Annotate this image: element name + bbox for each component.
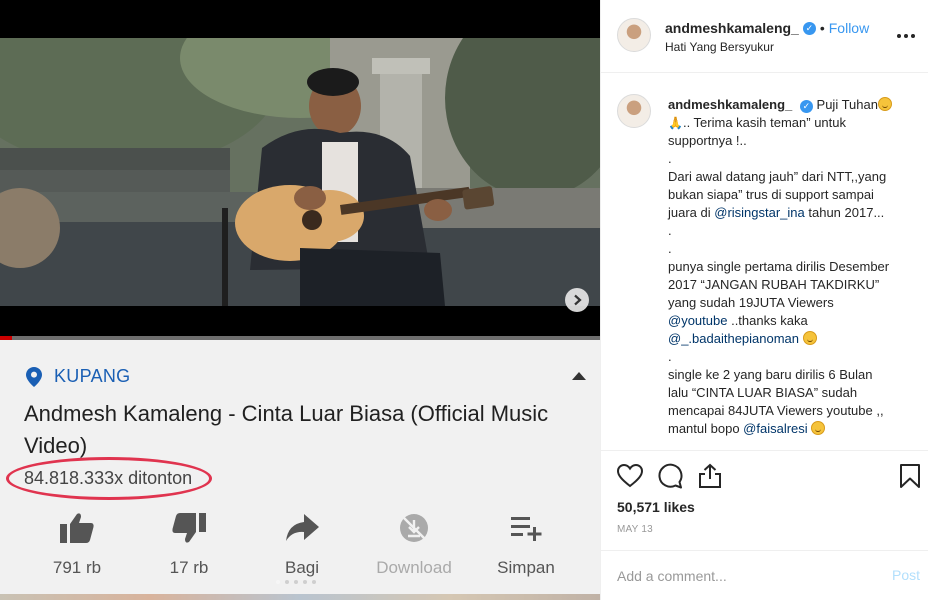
post-location-link[interactable]: Hati Yang Bersyukur xyxy=(665,40,774,54)
dislike-count: 17 rb xyxy=(169,558,209,577)
post-comment-button[interactable]: Post xyxy=(892,567,920,583)
likes-count[interactable]: 50,571 likes xyxy=(617,499,695,515)
caption-text: tahun 2017... xyxy=(804,205,885,220)
smiling-face-emoji-icon xyxy=(802,331,817,345)
caption-line: . xyxy=(668,151,672,166)
caption-line: lalu “CINTA LUAR BIASA” sudah xyxy=(668,385,858,400)
carousel-dots xyxy=(276,580,316,584)
mention-link[interactable]: @faisalresi xyxy=(743,421,808,436)
heart-icon[interactable] xyxy=(617,463,643,489)
share-label: Bagi xyxy=(284,558,320,577)
download-button[interactable]: Download xyxy=(369,510,459,578)
collapse-caret-icon[interactable] xyxy=(572,372,586,380)
carousel-dot xyxy=(312,580,316,584)
download-disabled-icon xyxy=(400,514,428,542)
mention-link[interactable]: @_.badaithepianoman xyxy=(668,331,799,346)
next-video-button[interactable] xyxy=(565,288,589,312)
caption-line: supportnya !.. xyxy=(668,133,747,148)
comment-icon[interactable] xyxy=(657,463,683,489)
media-bottom-edge xyxy=(0,594,600,600)
caption-line: single ke 2 yang baru dirilis 6 Bulan xyxy=(668,367,873,382)
follow-button[interactable]: Follow xyxy=(829,20,869,36)
more-dot xyxy=(904,34,908,38)
caption-line: bukan siapa” trus di support sampai xyxy=(668,187,874,202)
caption-line: andmeshkamaleng_ ✓ Puji Tuhan xyxy=(668,96,908,114)
caption-line: juara di @risingstar_ina tahun 2017... xyxy=(668,204,908,222)
view-count: 84.818.333x ditonton xyxy=(24,468,193,488)
smiling-face-emoji-icon xyxy=(811,421,826,435)
location-tag[interactable]: KUPANG xyxy=(26,366,130,387)
download-label: Download xyxy=(376,558,452,577)
video-title: Andmesh Kamaleng - Cinta Luar Biasa (Off… xyxy=(24,401,549,458)
mention-link[interactable]: @risingstar_ina xyxy=(714,205,805,220)
like-button[interactable]: 791 rb xyxy=(32,510,122,578)
caption-avatar[interactable] xyxy=(617,94,651,128)
share-icon xyxy=(286,514,319,541)
praying-hands-emoji-icon: 🙏 xyxy=(668,116,683,130)
caption-line: . xyxy=(668,241,672,256)
caption-text: .. Terima kasih teman” untuk xyxy=(682,115,847,130)
carousel-dot xyxy=(285,580,289,584)
caption-text: ..thanks kaka xyxy=(727,313,808,328)
chevron-right-icon xyxy=(574,294,582,306)
like-count: 791 rb xyxy=(52,558,102,577)
dislike-button[interactable]: 17 rb xyxy=(144,510,234,578)
caption-line: @_.badaithepianoman xyxy=(668,330,908,348)
post-sidebar: andmeshkamaleng_ ✓ • Follow Hati Yang Be… xyxy=(600,0,928,600)
post-author: andmeshkamaleng_ ✓ • Follow xyxy=(665,20,869,36)
comment-form: Post xyxy=(601,550,928,600)
smiling-face-emoji-icon xyxy=(877,97,892,111)
thumbs-up-icon xyxy=(60,513,94,543)
playlist-add-icon xyxy=(511,517,542,541)
more-dot xyxy=(897,34,901,38)
caption-line: mantul bopo @faisalresi xyxy=(668,420,908,438)
caption-line: 2017 “JANGAN RUBAH TAKDIRKU” xyxy=(668,277,880,292)
video-frame xyxy=(0,38,600,306)
caption-text: Puji Tuhan xyxy=(816,97,878,112)
caption-line: punya single pertama dirilis Desember xyxy=(668,259,890,274)
mention-link[interactable]: @youtube xyxy=(668,313,727,328)
video-info-panel: KUPANG Andmesh Kamaleng - Cinta Luar Bia… xyxy=(0,340,600,600)
video-thumbnail-illustration xyxy=(0,38,600,306)
post-actions: 50,571 likes MAY 13 xyxy=(601,450,928,550)
caption-line: . xyxy=(668,223,672,238)
bookmark-icon[interactable] xyxy=(897,463,923,489)
comments-section: andmeshkamaleng_ ✓ Puji Tuhan 🙏.. Terima… xyxy=(601,74,928,450)
post-timestamp[interactable]: MAY 13 xyxy=(617,524,653,535)
share-upload-icon[interactable] xyxy=(697,463,723,489)
more-options-icon[interactable] xyxy=(897,26,917,46)
caption-line: @youtube ..thanks kaka xyxy=(668,312,908,330)
caption-line: mencapai 84JUTA Viewers youtube ,, xyxy=(668,403,884,418)
caption-username-link[interactable]: andmeshkamaleng_ xyxy=(668,97,792,112)
video-player[interactable] xyxy=(0,0,600,340)
post-media: KUPANG Andmesh Kamaleng - Cinta Luar Bia… xyxy=(0,0,600,600)
caption-text: mantul bopo xyxy=(668,421,744,436)
thumbs-down-icon xyxy=(172,513,206,543)
save-button[interactable]: Simpan xyxy=(481,510,571,578)
location-label[interactable]: KUPANG xyxy=(54,366,130,387)
verified-badge-icon: ✓ xyxy=(802,21,816,35)
separator-dot: • xyxy=(819,20,825,36)
carousel-dot xyxy=(276,580,280,584)
avatar[interactable] xyxy=(617,18,651,52)
caption-line: yang sudah 19JUTA Viewers xyxy=(668,295,834,310)
more-dot xyxy=(911,34,915,38)
comment-input[interactable] xyxy=(617,565,867,587)
post-header: andmeshkamaleng_ ✓ • Follow Hati Yang Be… xyxy=(601,0,928,73)
caption-line: . xyxy=(668,349,672,364)
caption-line: 🙏.. Terima kasih teman” untuk xyxy=(668,114,908,132)
share-button[interactable]: Bagi xyxy=(257,510,347,578)
location-pin-icon xyxy=(26,366,42,387)
carousel-dot xyxy=(303,580,307,584)
username-link[interactable]: andmeshkamaleng_ xyxy=(665,20,799,36)
carousel-dot xyxy=(294,580,298,584)
caption-line: Dari awal datang jauh” dari NTT,,yang xyxy=(668,169,887,184)
caption-text: juara di xyxy=(668,205,715,220)
verified-badge-icon: ✓ xyxy=(799,99,813,113)
save-label: Simpan xyxy=(497,558,555,577)
post-caption: andmeshkamaleng_ ✓ Puji Tuhan 🙏.. Terima… xyxy=(668,96,908,438)
